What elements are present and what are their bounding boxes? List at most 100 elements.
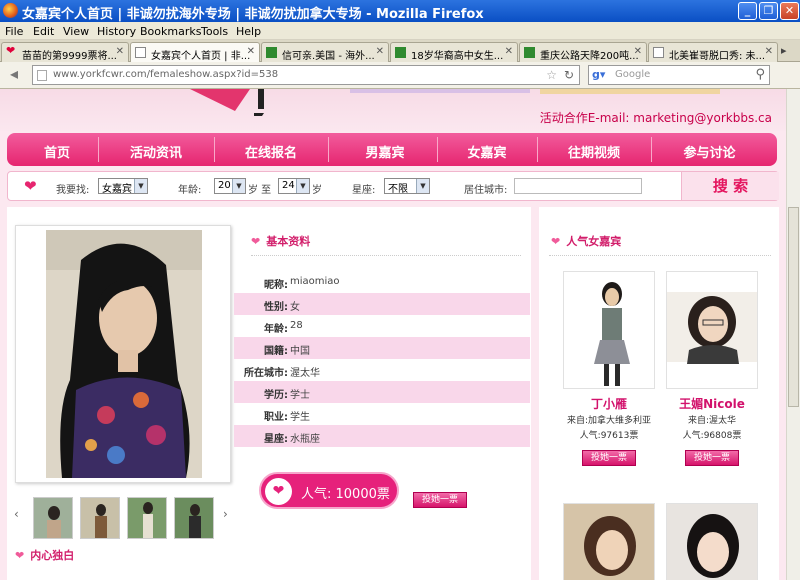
tab-close-icon[interactable]: ✕ [376, 46, 384, 57]
tab-label: 苗苗的第9999票将... [22, 51, 117, 62]
site-banner: 活动合作E-mail: marketing@yorkbbs.ca [0, 89, 786, 131]
bookmark-star-icon[interactable]: ☆ [546, 68, 557, 82]
inner-monologue-title: ❤ 内心独白 [15, 549, 75, 562]
photo-thumbnail[interactable] [80, 497, 120, 539]
heart-icon: ❤ [6, 44, 16, 57]
google-icon[interactable]: g▾ [592, 68, 608, 82]
tab-4[interactable]: 18岁华裔高中女生... ✕ [390, 42, 518, 62]
tab-close-icon[interactable]: ✕ [116, 46, 124, 57]
dropdown-arrow-icon: ▼ [134, 179, 147, 193]
profile-photo-image [46, 230, 202, 478]
vote-button[interactable]: 投她一票 [582, 450, 636, 466]
heart-icon: ❤ [551, 235, 561, 248]
menu-file[interactable]: File [5, 25, 23, 38]
tab-bar: ❤ 苗苗的第9999票将... ✕ 女嘉宾个人首页 | 非... ✕ 信可亲.美… [0, 40, 800, 63]
search-icon[interactable]: ⚲ [755, 67, 765, 82]
tab-close-icon[interactable]: ✕ [765, 46, 773, 57]
back-arrow-icon[interactable]: ◂ [5, 65, 23, 83]
age-unit: 岁 [312, 185, 322, 196]
tab-3[interactable]: 信可亲.美国 - 海外... ✕ [261, 42, 389, 62]
info-row: 星座: 水瓶座 [234, 425, 530, 447]
age-from-select[interactable]: 20 ▼ [214, 178, 246, 194]
info-row: 所在城市: 渥太华 [244, 368, 320, 379]
guest-card-photo[interactable] [563, 271, 655, 389]
tab-5[interactable]: 重庆公路天降200吨... ✕ [519, 42, 647, 62]
guest-votes: 人气:96808票 [682, 431, 742, 441]
heart-icon: ❤ [251, 235, 261, 248]
thumb-prev-icon[interactable]: ‹ [14, 507, 19, 521]
nav-home[interactable]: 首页 [17, 142, 97, 161]
nav-news[interactable]: 活动资讯 [100, 142, 212, 161]
search-button[interactable]: 搜 索 [681, 172, 779, 200]
profile-photo [46, 230, 202, 478]
window-titlebar: 女嘉宾个人首页 | 非诚勿扰海外专场 | 非诚勿扰加拿大专场 - Mozilla… [0, 0, 800, 22]
guest-origin: 来自:加拿大维多利亚 [566, 416, 652, 426]
menu-bar: File Edit View History Bookmarks Tools H… [0, 22, 800, 40]
tab-close-icon[interactable]: ✕ [247, 46, 255, 57]
age-to-select[interactable]: 24 ▼ [278, 178, 310, 194]
divider [549, 255, 771, 256]
vote-button[interactable]: 投她一票 [685, 450, 739, 466]
menu-help[interactable]: Help [236, 25, 261, 38]
tab-close-icon[interactable]: ✕ [634, 46, 642, 57]
info-row: 职业: 学生 [264, 412, 310, 423]
tab-1[interactable]: ❤ 苗苗的第9999票将... ✕ [1, 42, 129, 62]
nav-male-guests[interactable]: 男嘉宾 [330, 142, 440, 161]
photo-thumbnail[interactable] [33, 497, 73, 539]
guest-origin: 来自:渥太华 [687, 416, 737, 426]
banner-decoration [190, 89, 264, 116]
guest-card-photo[interactable] [563, 503, 655, 580]
tab-scroll-right-icon[interactable]: ▸ [781, 44, 787, 57]
page-icon [135, 47, 146, 58]
age-to-label: 岁 至 [248, 185, 272, 196]
scrollbar-thumb[interactable] [788, 207, 799, 407]
thumb-next-icon[interactable]: › [223, 507, 228, 521]
tab-2-active[interactable]: 女嘉宾个人首页 | 非... ✕ [130, 42, 260, 63]
nav-signup[interactable]: 在线报名 [216, 142, 326, 161]
nav-female-guests[interactable]: 女嘉宾 [437, 142, 537, 161]
info-row: 国籍: 中国 [234, 337, 530, 359]
tab-label: 北美崔哥脱口秀: 未... [669, 51, 766, 62]
contact-email: 活动合作E-mail: marketing@yorkbbs.ca [539, 111, 772, 125]
profile-panel: ‹ › ❤ 基本资料 昵称: miaomiao 性别: 女 年龄: 28 国籍: 中国 所… [7, 207, 531, 580]
menu-view[interactable]: View [63, 25, 89, 38]
guest-name[interactable]: 丁小雁 [554, 395, 664, 412]
info-row: 学历: 学士 [234, 381, 530, 403]
nav-divider [98, 137, 99, 162]
city-input[interactable] [514, 178, 642, 194]
dropdown-arrow-icon: ▼ [416, 179, 429, 193]
menu-edit[interactable]: Edit [33, 25, 54, 38]
menu-history[interactable]: History [97, 25, 136, 38]
photo-thumbnail[interactable] [174, 497, 214, 539]
search-engine-box[interactable]: g▾ Google ⚲ [588, 65, 770, 85]
menu-tools[interactable]: Tools [201, 25, 228, 38]
nav-past-videos[interactable]: 往期视频 [538, 142, 650, 161]
url-bar[interactable]: www.yorkfcwr.com/femaleshow.aspx?id=538 … [32, 65, 580, 85]
guest-card-photo[interactable] [666, 271, 758, 389]
reload-icon[interactable]: ↻ [564, 68, 574, 82]
vote-button[interactable]: 投她一票 [413, 492, 467, 508]
green-site-icon [395, 47, 406, 58]
divider [251, 255, 521, 256]
page-content: 活动合作E-mail: marketing@yorkbbs.ca 首页 活动资讯… [0, 89, 786, 580]
minimize-button[interactable]: _ [738, 2, 757, 20]
popularity-count: 人气: 10000票 [301, 487, 390, 502]
city-label: 居住城市: [464, 185, 508, 196]
guest-search-bar: ❤ 我要找: 女嘉宾 ▼ 年龄: 20 ▼ 岁 至 24 ▼ 岁 星座: 不限 ▼ 居住… [7, 171, 779, 201]
close-button[interactable]: ✕ [780, 2, 799, 20]
tab-6[interactable]: 北美崔哥脱口秀: 未... ✕ [648, 42, 778, 62]
photo-thumbnail[interactable] [127, 497, 167, 539]
tab-close-icon[interactable]: ✕ [505, 46, 513, 57]
find-label: 我要找: [56, 185, 90, 196]
guest-card-photo[interactable] [666, 503, 758, 580]
find-select[interactable]: 女嘉宾 ▼ [98, 178, 148, 195]
nav-discussion[interactable]: 参与讨论 [652, 142, 767, 161]
dropdown-arrow-icon: ▼ [232, 179, 245, 193]
guest-name[interactable]: 王媚Nicole [657, 395, 767, 412]
info-row: 昵称: miaomiao [264, 276, 340, 291]
page-scrollbar[interactable] [786, 89, 800, 580]
sign-select[interactable]: 不限 ▼ [384, 178, 430, 195]
menu-bookmarks[interactable]: Bookmarks [140, 25, 201, 38]
maximize-button[interactable]: ❐ [759, 2, 778, 20]
tab-label: 18岁华裔高中女生... [411, 51, 504, 62]
